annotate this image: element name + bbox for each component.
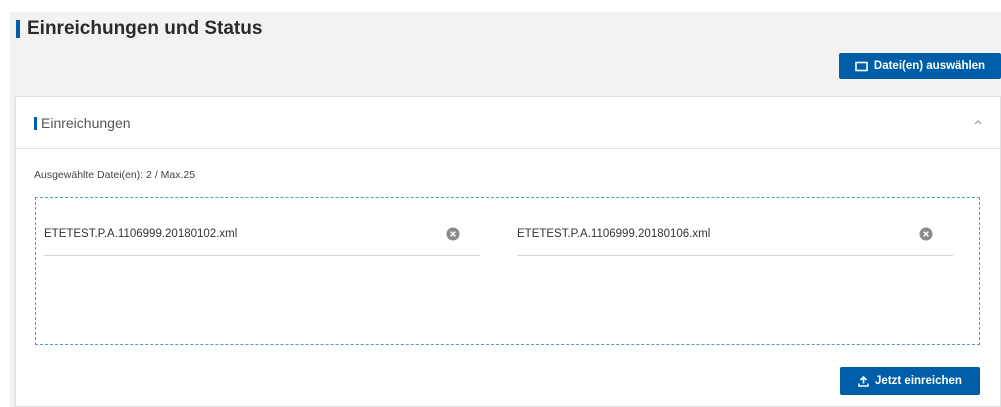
card-title-text: Einreichungen bbox=[41, 115, 131, 131]
card-title: Einreichungen bbox=[34, 115, 131, 131]
page-title-text: Einreichungen und Status bbox=[27, 18, 263, 39]
folder-icon bbox=[855, 61, 868, 72]
submit-now-button[interactable]: Jetzt einreichen bbox=[840, 367, 980, 395]
submit-now-label: Jetzt einreichen bbox=[875, 375, 962, 387]
file-name: ETETEST.P.A.1106999.20180106.xml bbox=[517, 228, 711, 240]
select-files-button[interactable]: Datei(en) auswählen bbox=[839, 53, 1001, 79]
close-circle-icon[interactable] bbox=[919, 227, 933, 241]
close-circle-icon[interactable] bbox=[446, 227, 460, 241]
submissions-card-header[interactable]: Einreichungen bbox=[16, 97, 1000, 149]
chevron-up-icon[interactable] bbox=[972, 115, 984, 127]
submissions-card: Einreichungen Ausgewählte Datei(en): 2 /… bbox=[15, 96, 1001, 407]
page-title: Einreichungen und Status bbox=[16, 18, 262, 40]
file-drop-zone[interactable]: ETETEST.P.A.1106999.20180102.xml ETETEST… bbox=[35, 197, 980, 345]
title-accent-bar bbox=[16, 20, 20, 38]
file-name: ETETEST.P.A.1106999.20180102.xml bbox=[44, 228, 238, 240]
card-title-accent-bar bbox=[34, 116, 37, 130]
selected-files-count: Ausgewählte Datei(en): 2 / Max.25 bbox=[34, 169, 196, 181]
page-container: Einreichungen und Status Datei(en) auswä… bbox=[10, 12, 1001, 407]
select-files-label: Datei(en) auswählen bbox=[873, 60, 986, 72]
file-item: ETETEST.P.A.1106999.20180106.xml bbox=[517, 220, 953, 256]
upload-icon bbox=[858, 375, 869, 387]
file-item: ETETEST.P.A.1106999.20180102.xml bbox=[44, 220, 480, 256]
